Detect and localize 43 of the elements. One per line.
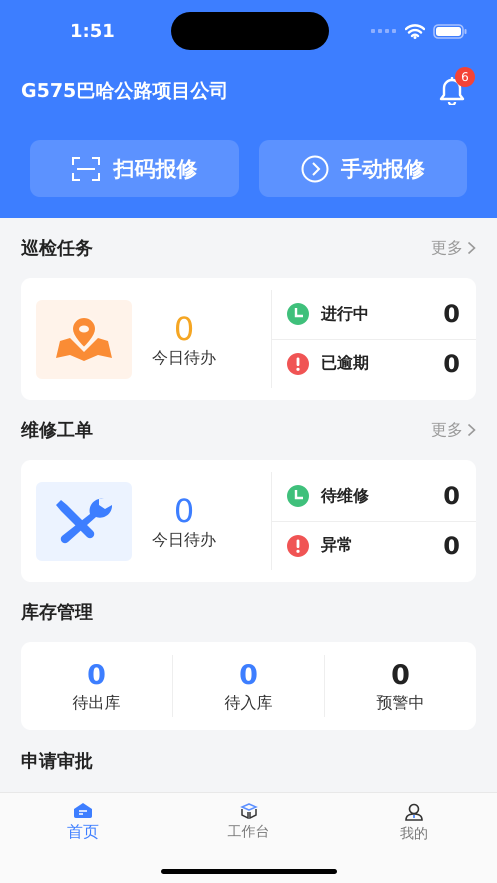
stock-count: 0 bbox=[391, 658, 410, 692]
section-title: 库存管理 bbox=[21, 601, 93, 624]
tab-item[interactable]: 首页 bbox=[0, 803, 166, 843]
section-title: 申请审批 bbox=[21, 750, 93, 773]
stock-label: 待出库 bbox=[72, 692, 120, 714]
status-row[interactable]: 待维修 0 bbox=[272, 472, 476, 520]
stock-label: 待入库 bbox=[224, 692, 272, 714]
clock-icon bbox=[287, 485, 309, 508]
company-title: G575巴哈公路项目公司 bbox=[21, 79, 228, 104]
today-count: 0 bbox=[174, 492, 194, 530]
section-title: 巡检任务 bbox=[21, 237, 93, 260]
more-link[interactable]: 更多 bbox=[431, 420, 476, 440]
status-row[interactable]: 已逾期 0 bbox=[272, 338, 476, 388]
chevron-right-icon bbox=[467, 423, 476, 437]
map-pin-icon bbox=[56, 316, 112, 362]
more-link[interactable]: 更多 bbox=[431, 238, 476, 258]
battery-icon bbox=[433, 24, 467, 38]
today-label: 今日待办 bbox=[152, 348, 216, 368]
section-title: 维修工单 bbox=[21, 419, 93, 442]
cube-icon bbox=[240, 803, 258, 819]
warning-icon bbox=[287, 534, 309, 557]
today-count: 0 bbox=[174, 310, 194, 348]
signal-icon bbox=[371, 29, 397, 33]
notification-badge: 6 bbox=[455, 67, 475, 87]
stock-label: 预警中 bbox=[376, 692, 424, 714]
tab-item[interactable]: 我的 bbox=[331, 803, 497, 843]
status-row[interactable]: 异常 0 bbox=[272, 520, 476, 570]
status-row[interactable]: 进行中 0 bbox=[272, 290, 476, 338]
tab-item[interactable]: 工作台 bbox=[166, 803, 332, 843]
stock-count: 0 bbox=[239, 658, 258, 692]
today-label: 今日待办 bbox=[152, 530, 216, 550]
repair-button[interactable]: 手动报修 bbox=[258, 140, 467, 197]
scan-icon bbox=[71, 156, 102, 182]
repair-button[interactable]: 扫码报修 bbox=[30, 140, 238, 197]
status-time: 1:51 bbox=[70, 20, 115, 42]
home-icon bbox=[74, 803, 92, 818]
warning-icon bbox=[287, 352, 309, 375]
person-icon bbox=[405, 803, 424, 821]
wifi-icon bbox=[405, 24, 425, 38]
clock-icon bbox=[287, 303, 309, 326]
stock-count: 0 bbox=[87, 658, 106, 692]
arrow-circle-icon bbox=[300, 154, 329, 182]
chevron-right-icon bbox=[467, 241, 476, 255]
